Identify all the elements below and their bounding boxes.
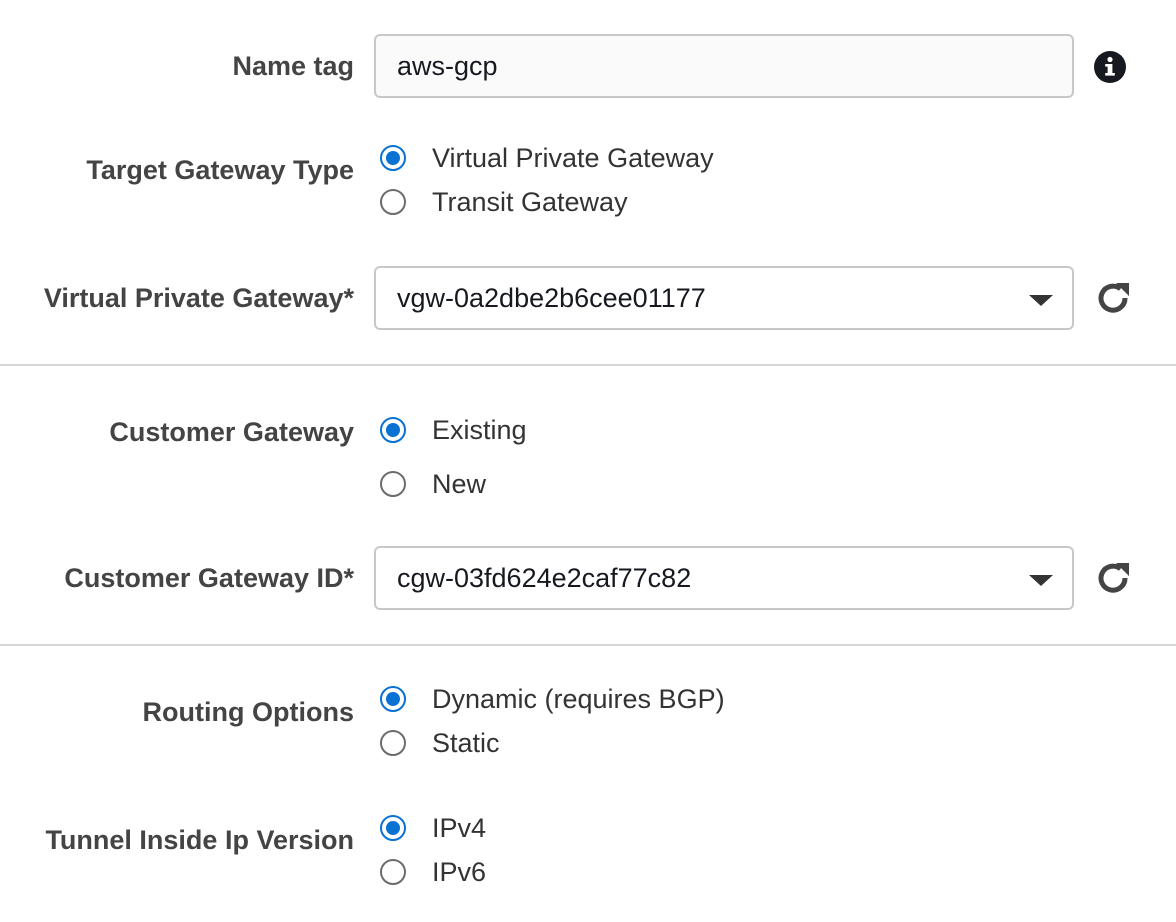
info-icon[interactable]	[1093, 50, 1127, 84]
radio-label: Virtual Private Gateway	[432, 142, 714, 173]
radio-button[interactable]	[380, 730, 406, 756]
radio-label: Dynamic (requires BGP)	[432, 683, 725, 714]
name-tag-label: Name tag	[232, 51, 354, 81]
name-tag-input[interactable]	[397, 50, 1037, 82]
radio-button[interactable]	[380, 859, 406, 885]
refresh-icon[interactable]	[1096, 561, 1132, 597]
customer-gateway-id-select[interactable]: cgw-03fd624e2caf77c82	[374, 546, 1074, 610]
radio-transit-gateway[interactable]: Transit Gateway	[380, 187, 628, 217]
target-gateway-type-label: Target Gateway Type	[86, 155, 354, 185]
customer-gateway-id-label: Customer Gateway ID*	[64, 563, 354, 593]
routing-options-label: Routing Options	[142, 697, 354, 727]
name-tag-field[interactable]	[374, 34, 1074, 98]
radio-dynamic[interactable]: Dynamic (requires BGP)	[380, 684, 725, 714]
radio-new[interactable]: New	[380, 469, 486, 499]
radio-button[interactable]	[380, 189, 406, 215]
select-value: cgw-03fd624e2caf77c82	[397, 562, 692, 593]
radio-virtual-private-gateway[interactable]: Virtual Private Gateway	[380, 143, 714, 173]
radio-button-selected[interactable]	[380, 686, 406, 712]
virtual-private-gateway-label: Virtual Private Gateway*	[43, 283, 354, 313]
refresh-icon[interactable]	[1096, 281, 1132, 317]
virtual-private-gateway-select[interactable]: vgw-0a2dbe2b6cee01177	[374, 266, 1074, 330]
radio-label: Existing	[432, 414, 527, 445]
radio-label: New	[432, 468, 487, 499]
radio-button-selected[interactable]	[380, 417, 406, 443]
radio-label: IPv4	[432, 812, 487, 843]
radio-button[interactable]	[380, 471, 406, 497]
tunnel-inside-ip-version-label: Tunnel Inside Ip Version	[45, 825, 354, 855]
caret-down-icon	[1029, 295, 1053, 306]
section-divider	[0, 644, 1176, 646]
radio-ipv6[interactable]: IPv6	[380, 857, 486, 887]
radio-button-selected[interactable]	[380, 145, 406, 171]
radio-button-selected[interactable]	[380, 815, 406, 841]
radio-ipv4[interactable]: IPv4	[380, 813, 486, 843]
radio-existing[interactable]: Existing	[380, 415, 527, 445]
caret-down-icon	[1029, 575, 1053, 586]
vpn-connection-form: Name tag Target Gateway Type Virtual Pri…	[0, 0, 1176, 922]
radio-label: Transit Gateway	[432, 186, 628, 217]
radio-static[interactable]: Static	[380, 728, 500, 758]
radio-label: Static	[432, 727, 500, 758]
radio-label: IPv6	[432, 856, 487, 887]
select-value: vgw-0a2dbe2b6cee01177	[397, 282, 706, 313]
customer-gateway-label: Customer Gateway	[109, 417, 354, 447]
section-divider	[0, 364, 1176, 366]
